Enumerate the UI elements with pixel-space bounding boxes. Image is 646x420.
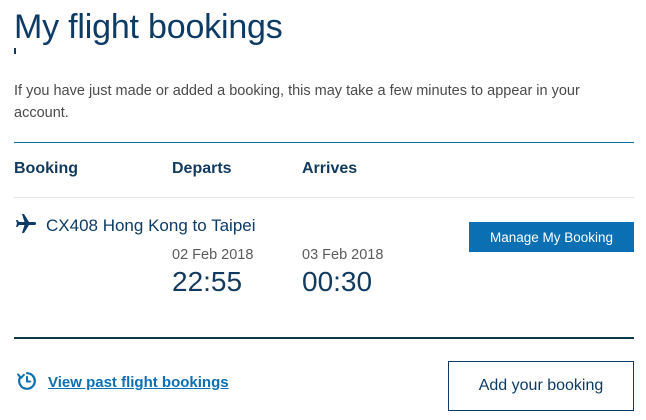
manage-booking-button[interactable]: Manage My Booking [469,222,634,252]
flight-name: CX408 Hong Kong to Taipei [46,216,256,235]
past-bookings-link[interactable]: View past flight bookings [48,374,229,391]
arrival-date: 03 Feb 2018 [302,247,384,263]
title-marker [14,48,16,54]
booking-notice: If you have just made or added a booking… [14,83,580,121]
add-booking-button[interactable]: Add your booking [448,361,634,411]
column-header-departs: Departs [172,160,232,177]
column-header-booking: Booking [14,160,78,177]
column-header-arrives: Arrives [302,160,358,177]
history-icon[interactable] [16,370,38,392]
departure-time: 22:55 [172,266,243,297]
arrival-time: 00:30 [302,266,373,297]
plane-icon [16,214,36,233]
footer-divider [14,337,634,339]
page-title: My flight bookings [14,8,283,46]
header-divider [14,142,634,143]
departure-date: 02 Feb 2018 [172,247,254,263]
column-divider [14,197,634,198]
